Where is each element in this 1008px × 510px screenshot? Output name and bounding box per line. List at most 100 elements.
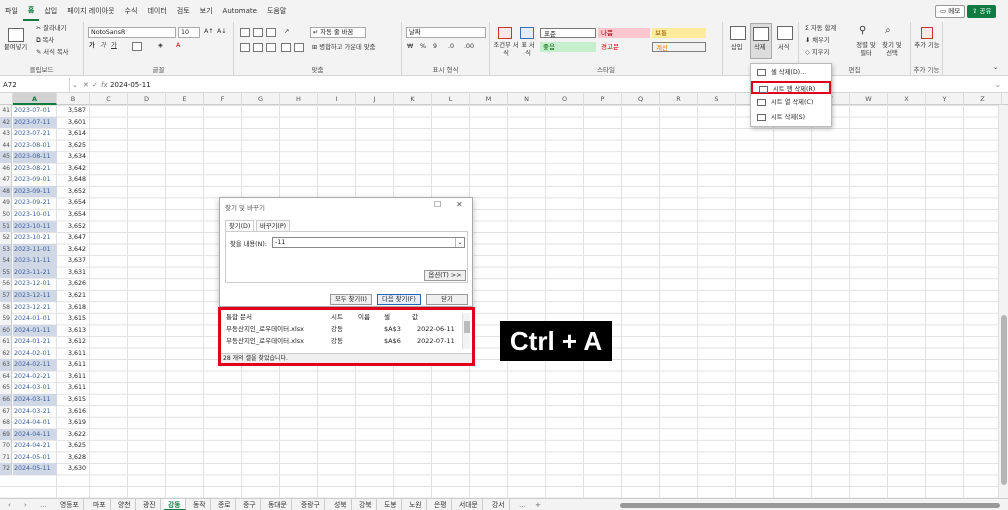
value-cell[interactable]: 3,634 xyxy=(57,151,90,163)
row-header[interactable]: 58 xyxy=(0,301,12,314)
name-box[interactable]: A72 xyxy=(0,78,70,92)
date-cell[interactable]: 2024-05-11 xyxy=(13,463,57,475)
value-cell[interactable]: 3,647 xyxy=(57,232,90,244)
find-all-button[interactable]: 모두 찾기(I) xyxy=(330,294,372,305)
date-cell[interactable]: 2024-01-11 xyxy=(13,324,57,337)
merge-center-button[interactable]: ⊞ 병합하고 가운데 맞춤 xyxy=(312,44,375,52)
value-cell[interactable]: 3,611 xyxy=(57,359,90,371)
fill-button[interactable]: ⬇ 채우기 xyxy=(805,37,830,45)
result-row[interactable]: 부동산지인_로우데이터.xlsx 강동 $A$3 2022-06-11 xyxy=(224,324,464,335)
sheet-tab[interactable]: 은평 xyxy=(430,499,452,510)
row-header[interactable]: 62 xyxy=(0,347,12,360)
format-button[interactable]: 서식 xyxy=(778,44,790,52)
row-header[interactable]: 69 xyxy=(0,428,12,441)
collapse-ribbon-icon[interactable]: ⌄ xyxy=(993,64,998,72)
orientation-icon[interactable]: ↗ xyxy=(284,28,289,36)
date-cell[interactable]: 2023-10-11 xyxy=(13,220,57,233)
date-cell[interactable]: 2024-03-01 xyxy=(13,382,57,394)
date-cell[interactable]: 2023-11-11 xyxy=(13,255,57,267)
date-cell[interactable]: 2023-10-01 xyxy=(13,209,57,221)
value-cell[interactable]: 3,630 xyxy=(57,463,90,475)
date-cell[interactable]: 2023-07-21 xyxy=(13,128,57,140)
column-header[interactable]: W xyxy=(850,93,888,105)
header-cell[interactable]: 셀 xyxy=(384,312,390,323)
format-painter-button[interactable]: ✎ 서식 복사 xyxy=(36,49,68,57)
value-cell[interactable]: 3,615 xyxy=(57,313,90,325)
value-cell[interactable]: 3,611 xyxy=(57,348,90,360)
value-cell[interactable]: 3,616 xyxy=(57,406,90,418)
date-cell[interactable]: 2024-01-01 xyxy=(13,313,57,325)
menu-tab[interactable]: 홈 xyxy=(22,1,40,21)
format-table-button[interactable]: 표 서식 xyxy=(519,42,537,58)
expand-formula-icon[interactable]: ⌄ xyxy=(995,78,1001,92)
sheet-tab[interactable]: 노원 xyxy=(405,499,427,510)
underline-button[interactable]: 가 xyxy=(111,42,117,50)
style-neutral[interactable]: 보통 xyxy=(652,28,706,38)
row-header[interactable]: 45 xyxy=(0,151,12,163)
menu-tab[interactable]: 데이터 xyxy=(142,0,171,22)
memo-button[interactable]: ▭ 메모 xyxy=(935,5,966,18)
row-header[interactable]: 55 xyxy=(0,266,12,279)
delete-button[interactable]: 삭제 xyxy=(750,23,772,59)
align-center-icon[interactable] xyxy=(253,43,263,52)
value-cell[interactable]: 3,648 xyxy=(57,174,90,186)
addins-button[interactable]: 추가 기능 xyxy=(914,42,940,50)
vertical-scrollbar[interactable] xyxy=(998,105,1008,498)
formula-input[interactable]: 2024-05-11 xyxy=(110,78,151,92)
conditional-format-button[interactable]: 조건부 서식 xyxy=(492,42,520,58)
align-middle-icon[interactable] xyxy=(253,28,263,37)
sheet-tab[interactable]: 중구 xyxy=(239,499,261,510)
decrease-decimal-icon[interactable]: .00 xyxy=(464,43,474,51)
vertical-scroll-thumb[interactable] xyxy=(1001,315,1007,485)
row-header[interactable]: 48 xyxy=(0,185,12,198)
value-cell[interactable]: 3,613 xyxy=(57,325,90,337)
align-right-icon[interactable] xyxy=(266,43,276,52)
select-all-corner[interactable] xyxy=(0,93,13,105)
menu-tab[interactable]: 검토 xyxy=(172,0,195,22)
date-cell[interactable]: 2024-02-01 xyxy=(13,348,57,360)
column-header[interactable]: I xyxy=(318,93,356,105)
next-sheet-icon[interactable]: › xyxy=(24,499,27,510)
column-header[interactable]: P xyxy=(584,93,622,105)
options-button[interactable]: 옵션(T) >> xyxy=(424,270,466,281)
menu-tab[interactable]: 페이지 레이아웃 xyxy=(62,0,119,22)
sort-filter-button[interactable]: 정렬 및 필터 xyxy=(855,42,877,58)
row-header[interactable]: 47 xyxy=(0,174,12,186)
date-cell[interactable]: 2023-10-21 xyxy=(13,232,57,244)
date-cell[interactable]: 2023-09-21 xyxy=(13,197,57,209)
align-bottom-icon[interactable] xyxy=(266,28,276,37)
more-sheets-right-icon[interactable]: … xyxy=(519,499,526,510)
style-good[interactable]: 좋음 xyxy=(540,42,596,52)
date-cell[interactable]: 2024-01-21 xyxy=(13,336,57,348)
sheet-tab[interactable]: 강북 xyxy=(355,499,377,510)
style-bad[interactable]: 나쁨 xyxy=(598,28,650,38)
value-cell[interactable]: 3,619 xyxy=(57,417,90,429)
close-icon[interactable]: ✕ xyxy=(456,200,463,209)
column-header[interactable]: A xyxy=(13,93,57,105)
date-cell[interactable]: 2024-04-21 xyxy=(13,440,57,452)
date-cell[interactable]: 2023-09-01 xyxy=(13,174,57,186)
delete-sheet-item[interactable]: 시트 삭제(S) xyxy=(751,111,831,124)
date-cell[interactable]: 2023-09-11 xyxy=(13,185,57,198)
date-cell[interactable]: 2023-08-21 xyxy=(13,163,57,175)
delete-cells-item[interactable]: 셀 삭제(D)... xyxy=(751,66,831,79)
header-value[interactable]: 값 xyxy=(412,312,418,323)
namebox-dropdown-icon[interactable]: ⌄ xyxy=(72,78,78,92)
value-cell[interactable]: 3,642 xyxy=(57,244,90,256)
menu-tab[interactable]: 파일 xyxy=(0,0,23,22)
column-header[interactable]: Q xyxy=(622,93,660,105)
fill-color-icon[interactable]: ◈ xyxy=(158,42,163,50)
delete-sheet-rows-item[interactable]: 시트 행 삭제(R) xyxy=(751,81,831,94)
value-cell[interactable]: 3,615 xyxy=(57,394,90,406)
column-header[interactable]: O xyxy=(546,93,584,105)
results-scroll-thumb[interactable] xyxy=(464,321,470,333)
find-next-button[interactable]: 다음 찾기(F) xyxy=(377,294,421,305)
sheet-tab[interactable]: 종로 xyxy=(214,499,236,510)
column-header[interactable]: H xyxy=(280,93,318,105)
add-sheet-icon[interactable]: + xyxy=(535,499,541,510)
header-name[interactable]: 이름 xyxy=(358,312,370,323)
font-name-select[interactable]: NotoSansR xyxy=(88,27,176,38)
row-header[interactable]: 53 xyxy=(0,243,12,256)
font-size-select[interactable]: 10 xyxy=(178,27,200,38)
date-cell[interactable]: 2023-12-21 xyxy=(13,302,57,314)
